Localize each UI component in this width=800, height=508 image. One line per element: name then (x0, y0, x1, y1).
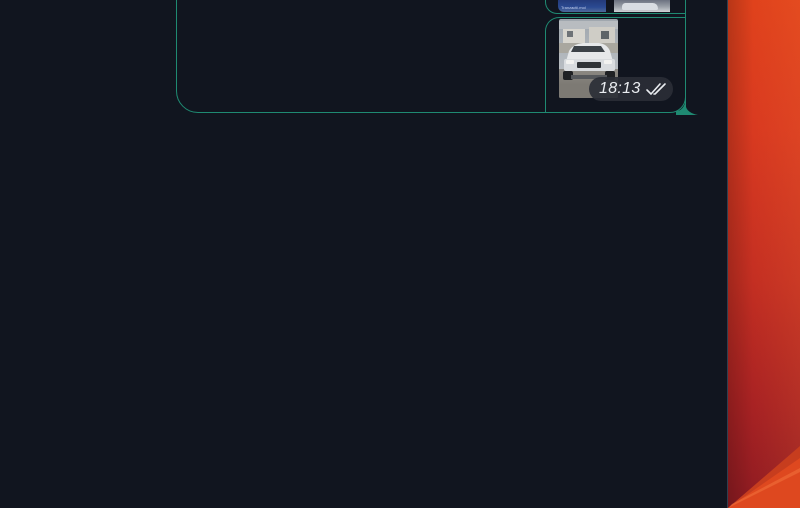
car-thumbnail-shape (622, 3, 658, 10)
chat-pane[interactable]: Tranzactii.mol 18:13 (0, 0, 727, 508)
screen: Tranzactii.mol 18:13 (0, 0, 800, 508)
wallpaper-sheen (728, 0, 800, 508)
desktop-wallpaper (728, 0, 800, 508)
message-time-badge: 18:13 (589, 77, 673, 101)
album-thumbnail-car[interactable] (614, 0, 670, 12)
wallpaper-fold (728, 446, 800, 508)
message-time: 18:13 (599, 80, 641, 97)
album-thumbnail-caption: Tranzactii.mol (561, 5, 586, 10)
double-check-icon (646, 83, 666, 95)
album-thumbnail-document[interactable]: Tranzactii.mol (558, 0, 606, 12)
